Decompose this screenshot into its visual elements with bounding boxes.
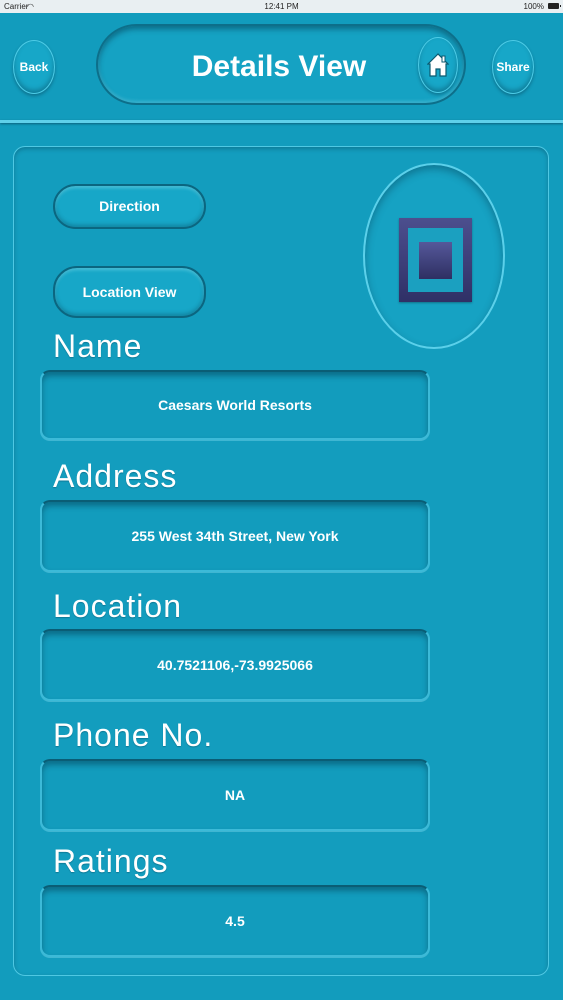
location-label: Location — [53, 588, 182, 624]
title-bar: Details View — [96, 24, 466, 105]
name-label: Name — [53, 328, 143, 364]
status-bar: Carrier ◠ 12:41 PM 100% — [0, 0, 563, 13]
address-field: 255 West 34th Street, New York — [40, 500, 430, 572]
page-title: Details View — [191, 50, 367, 83]
phone-field: NA — [40, 759, 430, 831]
share-button[interactable]: Share — [492, 40, 534, 94]
image-placeholder-icon — [399, 218, 472, 302]
back-button[interactable]: Back — [13, 40, 55, 94]
location-field: 40.7521106,-73.9925066 — [40, 629, 430, 701]
ratings-label: Ratings — [53, 843, 169, 879]
home-button[interactable] — [418, 37, 458, 93]
name-field: Caesars World Resorts — [40, 370, 430, 440]
battery-icon — [548, 3, 561, 9]
direction-button[interactable]: Direction — [53, 184, 206, 229]
status-time: 12:41 PM — [264, 2, 299, 11]
phone-label: Phone No. — [53, 717, 214, 753]
ratings-field: 4.5 — [40, 885, 430, 957]
home-icon — [427, 53, 449, 77]
header-divider — [0, 120, 563, 123]
placeholder-core — [419, 242, 452, 279]
location-view-button[interactable]: Location View — [53, 266, 206, 318]
battery-percent: 100% — [523, 2, 544, 11]
address-label: Address — [53, 458, 178, 494]
